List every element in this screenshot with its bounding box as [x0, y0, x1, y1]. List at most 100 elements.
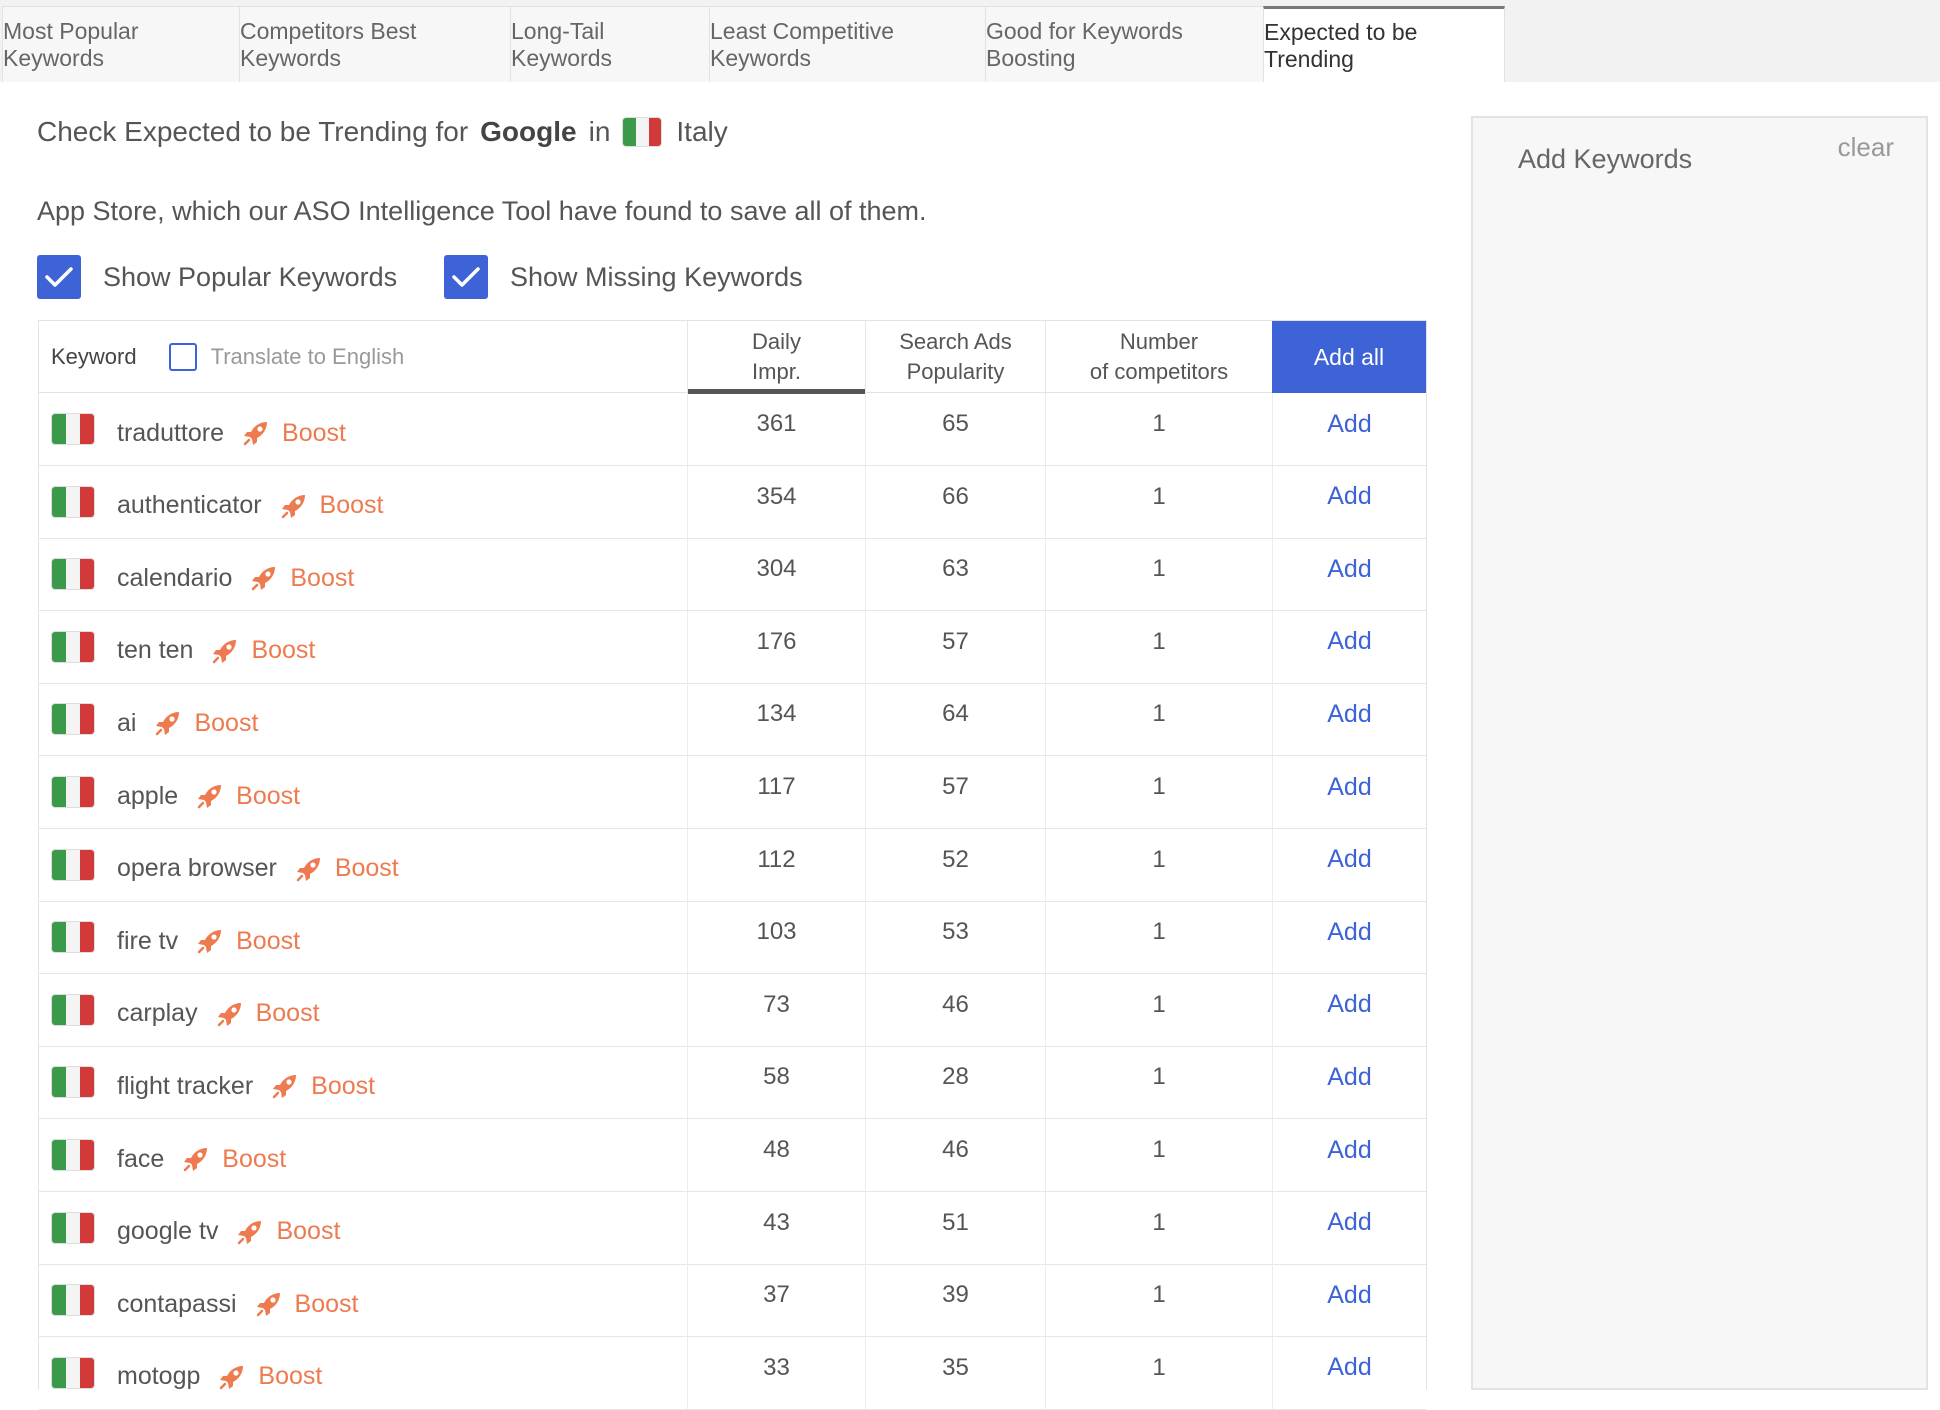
popularity-cell: 65	[865, 393, 1045, 465]
boost-label: Boost	[282, 418, 346, 447]
heading-connector: in	[588, 116, 611, 147]
checkmark-icon	[37, 255, 81, 299]
add-keyword-button[interactable]: Add	[1272, 828, 1426, 901]
boost-button[interactable]: Boost	[271, 1072, 375, 1101]
competitors-cell: 1	[1045, 1264, 1272, 1337]
tab-expected-trending[interactable]: Expected to be Trending	[1263, 6, 1505, 84]
boost-button[interactable]: Boost	[196, 782, 300, 811]
boost-button[interactable]: Boost	[216, 999, 320, 1028]
boost-label: Boost	[319, 491, 384, 520]
boost-button[interactable]: Boost	[196, 927, 300, 956]
table-row: ai Boost 134 64 1 Add	[39, 683, 1426, 757]
add-keyword-button[interactable]: Add	[1272, 683, 1426, 756]
tab-competitors-best[interactable]: Competitors Best Keywords	[239, 6, 511, 82]
checkmark-icon	[444, 255, 488, 299]
tab-label: Expected to be Trending	[1264, 18, 1418, 72]
boost-label: Boost	[294, 1289, 359, 1318]
competitors-cell: 1	[1045, 901, 1272, 974]
clear-button[interactable]: clear	[1838, 132, 1894, 163]
add-keyword-button[interactable]: Add	[1272, 901, 1426, 974]
add-keyword-button[interactable]: Add	[1272, 538, 1426, 611]
boost-button[interactable]: Boost	[236, 1217, 340, 1246]
keyword-cell: motogp Boost	[39, 1337, 687, 1409]
add-keyword-button[interactable]: Add	[1272, 610, 1426, 683]
competitors-cell: 1	[1045, 393, 1272, 465]
show-popular-checkbox[interactable]: Show Popular Keywords	[37, 255, 397, 299]
translate-label: Translate to English	[210, 344, 405, 369]
heading-store: Google	[480, 116, 577, 147]
tab-least-competitive[interactable]: Least Competitive Keywords	[709, 6, 986, 82]
rocket-icon	[280, 492, 320, 520]
boost-button[interactable]: Boost	[154, 709, 258, 738]
boost-button[interactable]: Boost	[242, 419, 346, 448]
add-all-button[interactable]: Add all	[1272, 321, 1426, 393]
boost-button[interactable]: Boost	[182, 1145, 286, 1174]
italy-flag-icon	[51, 1211, 95, 1244]
add-keywords-panel: Add Keywords clear	[1471, 116, 1928, 1390]
table-row: motogp Boost 33 35 1 Add	[39, 1336, 1426, 1410]
add-keyword-button[interactable]: Add	[1272, 756, 1426, 828]
add-keyword-button[interactable]: Add	[1272, 1191, 1426, 1264]
keyword-cell: flight tracker Boost	[39, 1046, 687, 1118]
boost-button[interactable]: Boost	[218, 1362, 322, 1391]
table-row: apple Boost 117 57 1 Add	[39, 756, 1426, 829]
boost-button[interactable]: Boost	[255, 1289, 359, 1319]
italy-flag-icon	[622, 117, 663, 147]
keywords-table: Keyword Translate to English Daily Impr. …	[38, 320, 1427, 1410]
keyword-text: ten ten	[117, 636, 194, 665]
rocket-icon	[182, 1145, 222, 1173]
popularity-cell: 64	[865, 683, 1045, 756]
rocket-icon	[295, 855, 335, 883]
table-row: fire tv Boost 103 53 1 Add	[39, 901, 1426, 975]
add-keyword-button[interactable]: Add	[1272, 1336, 1426, 1409]
popularity-cell: 66	[865, 465, 1045, 538]
header-search-ads-popularity[interactable]: Search Ads Popularity	[865, 321, 1045, 393]
tab-long-tail[interactable]: Long-Tail Keywords	[510, 6, 710, 82]
tab-keywords-boosting[interactable]: Good for Keywords Boosting	[985, 6, 1264, 82]
daily-impressions-cell: 37	[687, 1264, 865, 1337]
boost-button[interactable]: Boost	[211, 636, 315, 665]
table-row: opera browser Boost 112 52 1 Add	[39, 828, 1426, 902]
boost-button[interactable]: Boost	[295, 854, 399, 883]
boost-label: Boost	[255, 999, 320, 1028]
add-keyword-button[interactable]: Add	[1272, 393, 1426, 465]
keyword-cell: calendario Boost	[39, 538, 687, 610]
competitors-cell: 1	[1045, 465, 1272, 538]
show-popular-label: Show Popular Keywords	[103, 261, 398, 292]
header-daily-impressions[interactable]: Daily Impr.	[687, 321, 865, 394]
rocket-icon	[236, 1218, 276, 1246]
popularity-cell: 39	[865, 1264, 1045, 1337]
competitors-cell: 1	[1045, 1191, 1272, 1264]
popularity-cell: 63	[865, 538, 1045, 611]
show-missing-checkbox[interactable]: Show Missing Keywords	[444, 255, 803, 299]
add-keyword-button[interactable]: Add	[1272, 1119, 1426, 1191]
italy-flag-icon	[51, 630, 95, 663]
tab-most-popular[interactable]: Most Popular Keywords	[2, 6, 240, 82]
heading-prefix: Check Expected to be Trending for	[37, 116, 469, 147]
competitors-cell: 1	[1045, 1046, 1272, 1119]
table-row: face Boost 48 46 1 Add	[39, 1119, 1426, 1192]
add-keyword-button[interactable]: Add	[1272, 465, 1426, 538]
boost-button[interactable]: Boost	[280, 491, 384, 520]
keyword-text: motogp	[117, 1362, 201, 1391]
table-row: google tv Boost 43 51 1 Add	[39, 1191, 1426, 1265]
header-search-line2: Popularity	[906, 359, 1005, 384]
boost-button[interactable]: Boost	[250, 564, 354, 593]
daily-impressions-cell: 117	[687, 756, 865, 828]
add-keyword-button[interactable]: Add	[1272, 1264, 1426, 1337]
header-competitors[interactable]: Number of competitors	[1045, 321, 1272, 393]
keyword-text: opera browser	[117, 854, 277, 883]
italy-flag-icon	[51, 1066, 95, 1099]
add-keyword-button[interactable]: Add	[1272, 1046, 1426, 1119]
daily-impressions-cell: 176	[687, 610, 865, 683]
keyword-cell: ten ten Boost	[39, 611, 687, 683]
table-header: Keyword Translate to English Daily Impr. …	[39, 320, 1426, 394]
rocket-icon	[154, 709, 194, 737]
daily-impressions-cell: 112	[687, 828, 865, 901]
daily-impressions-cell: 354	[687, 465, 865, 538]
translate-checkbox[interactable]	[168, 343, 197, 371]
keyword-cell: opera browser Boost	[39, 829, 687, 901]
keyword-cell: traduttore Boost	[39, 393, 687, 465]
add-keyword-button[interactable]: Add	[1272, 973, 1426, 1046]
italy-flag-icon	[51, 413, 95, 445]
